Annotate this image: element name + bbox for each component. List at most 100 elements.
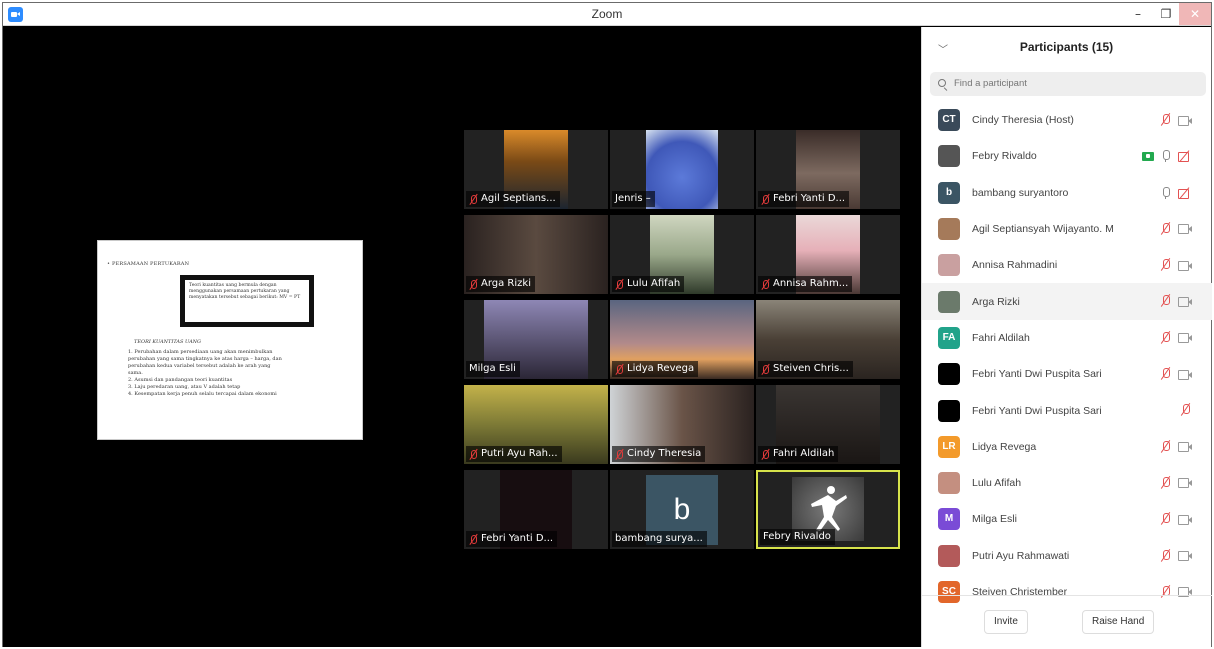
camera-off-icon xyxy=(1178,332,1192,344)
participant-name: Febri Yanti Dwi Puspita Sari xyxy=(972,368,1102,381)
mic-muted-icon[interactable] xyxy=(1160,222,1172,236)
participant-row[interactable]: M Milga Esli xyxy=(922,501,1212,537)
avatar xyxy=(938,363,960,386)
avatar xyxy=(938,290,960,313)
participant-name: Annisa Rahmadini xyxy=(972,259,1058,272)
invite-button[interactable]: Invite xyxy=(984,610,1028,634)
video-tile[interactable]: Fahri Aldilah xyxy=(756,385,900,464)
camera-off-icon xyxy=(1178,477,1192,489)
camera-off-icon xyxy=(1178,514,1192,525)
participant-name: bambang suryantoro xyxy=(972,186,1069,199)
mic-muted-icon xyxy=(615,279,624,290)
minimize-button[interactable]: – xyxy=(1123,3,1153,25)
participant-row[interactable]: Lulu Afifah xyxy=(922,465,1212,501)
video-name-label: Cindy Theresia xyxy=(612,446,706,462)
video-name-label: Febri Yanti D... xyxy=(758,191,850,207)
camera-off-icon xyxy=(1178,115,1192,126)
video-name-label: Lulu Afifah xyxy=(612,276,685,292)
maximize-button[interactable]: ❐ xyxy=(1151,3,1181,25)
mic-icon[interactable] xyxy=(1160,149,1172,163)
avatar xyxy=(938,218,960,241)
video-tile[interactable]: b bambang surya... xyxy=(610,470,754,549)
video-name-label: Fahri Aldilah xyxy=(758,446,839,462)
avatar: LR xyxy=(938,435,960,458)
video-tile-active-speaker[interactable]: Febry Rivaldo xyxy=(756,470,900,549)
video-name-label: Febry Rivaldo xyxy=(760,529,835,545)
mic-muted-icon xyxy=(469,449,478,460)
close-button[interactable]: ✕ xyxy=(1179,3,1211,25)
participants-panel: ﹀ Participants (15) CT Cindy Theresia (H… xyxy=(921,27,1212,647)
search-input[interactable] xyxy=(954,78,1174,89)
participant-row[interactable]: Febry Rivaldo xyxy=(922,138,1212,174)
participant-row[interactable]: Febri Yanti Dwi Puspita Sari xyxy=(922,392,1212,428)
video-name-label: Jenris – xyxy=(612,191,655,207)
mic-muted-icon[interactable] xyxy=(1160,367,1172,381)
participant-row[interactable]: LR Lidya Revega xyxy=(922,429,1212,465)
mic-muted-icon[interactable] xyxy=(1180,403,1192,417)
mic-muted-icon[interactable] xyxy=(1160,440,1172,454)
camera-off-icon xyxy=(1178,369,1192,380)
avatar xyxy=(938,544,960,567)
video-tile[interactable]: Putri Ayu Rah... xyxy=(464,385,608,464)
video-tile[interactable]: Arga Rizki xyxy=(464,215,608,294)
participant-row[interactable]: FA Fahri Aldilah xyxy=(922,320,1212,356)
participant-name: Febri Yanti Dwi Puspita Sari xyxy=(972,404,1102,417)
mic-muted-icon xyxy=(469,194,478,205)
mic-muted-icon[interactable] xyxy=(1160,476,1172,490)
video-tile[interactable]: Steiven Chris... xyxy=(756,300,900,379)
participant-name: Arga Rizki xyxy=(972,295,1020,308)
video-tile[interactable]: Lulu Afifah xyxy=(610,215,754,294)
participant-row[interactable]: Putri Ayu Rahmawati xyxy=(922,538,1212,574)
screen-share-icon xyxy=(1142,151,1154,161)
mic-muted-icon xyxy=(615,449,624,460)
raise-hand-button[interactable]: Raise Hand xyxy=(1082,610,1155,634)
mic-muted-icon[interactable] xyxy=(1160,294,1172,308)
video-name-label: Agil Septians... xyxy=(466,191,560,207)
video-tile[interactable]: Milga Esli xyxy=(464,300,608,379)
share-subheading: TEORI KUANTITAS UANG xyxy=(134,339,202,345)
mic-muted-icon[interactable] xyxy=(1160,512,1172,526)
mic-icon[interactable] xyxy=(1160,186,1172,200)
participant-row[interactable]: Annisa Rahmadini xyxy=(922,247,1212,283)
video-tile[interactable]: Febri Yanti D... xyxy=(464,470,608,549)
video-name-label: Annisa Rahm... xyxy=(758,276,853,292)
mic-muted-icon xyxy=(469,534,478,545)
share-point: 4. Kesempatan kerja penuh selalu tercapa… xyxy=(128,391,277,397)
share-heading: • PERSAMAAN PERTUKARAN xyxy=(107,261,190,267)
mic-muted-icon[interactable] xyxy=(1160,549,1172,563)
participant-search[interactable] xyxy=(930,72,1206,96)
avatar: CT xyxy=(938,109,960,132)
share-point: 3. Laju peredaran uang, atau V adalah te… xyxy=(128,384,241,390)
video-name-label: Arga Rizki xyxy=(466,276,535,292)
avatar xyxy=(938,399,960,422)
participant-row[interactable]: Arga Rizki xyxy=(922,283,1212,320)
mic-muted-icon xyxy=(469,279,478,290)
mic-muted-icon xyxy=(761,449,770,460)
mic-muted-icon xyxy=(761,364,770,375)
avatar: FA xyxy=(938,326,960,349)
mic-muted-icon[interactable] xyxy=(1160,113,1172,127)
mic-muted-icon xyxy=(761,194,770,205)
window-title: Zoom xyxy=(591,7,623,21)
video-tile[interactable]: Febri Yanti D... xyxy=(756,130,900,209)
video-tile[interactable]: Agil Septians... xyxy=(464,130,608,209)
camera-off-icon xyxy=(1178,550,1192,562)
video-tile[interactable]: Lidya Revega xyxy=(610,300,754,379)
participant-row[interactable]: b bambang suryantoro xyxy=(922,175,1212,211)
video-tile[interactable]: Annisa Rahm... xyxy=(756,215,900,294)
video-tile[interactable]: Jenris – xyxy=(610,130,754,209)
avatar: b xyxy=(938,181,960,204)
share-points: 1. Perubahan dalam persediaan uang akan … xyxy=(128,349,286,398)
camera-off-icon xyxy=(1178,223,1192,235)
video-tile[interactable]: Cindy Theresia xyxy=(610,385,754,464)
participant-row[interactable]: Febri Yanti Dwi Puspita Sari xyxy=(922,356,1212,392)
participant-name: Lidya Revega xyxy=(972,440,1037,453)
panel-title: Participants (15) xyxy=(1019,40,1114,54)
participant-name: Fahri Aldilah xyxy=(972,331,1030,344)
participant-row[interactable]: Agil Septiansyah Wijayanto. M xyxy=(922,211,1212,247)
participant-row[interactable]: CT Cindy Theresia (Host) xyxy=(922,102,1212,138)
avatar xyxy=(938,254,960,277)
mic-muted-icon[interactable] xyxy=(1160,258,1172,272)
mic-muted-icon[interactable] xyxy=(1160,331,1172,345)
camera-off-icon xyxy=(1178,260,1192,271)
